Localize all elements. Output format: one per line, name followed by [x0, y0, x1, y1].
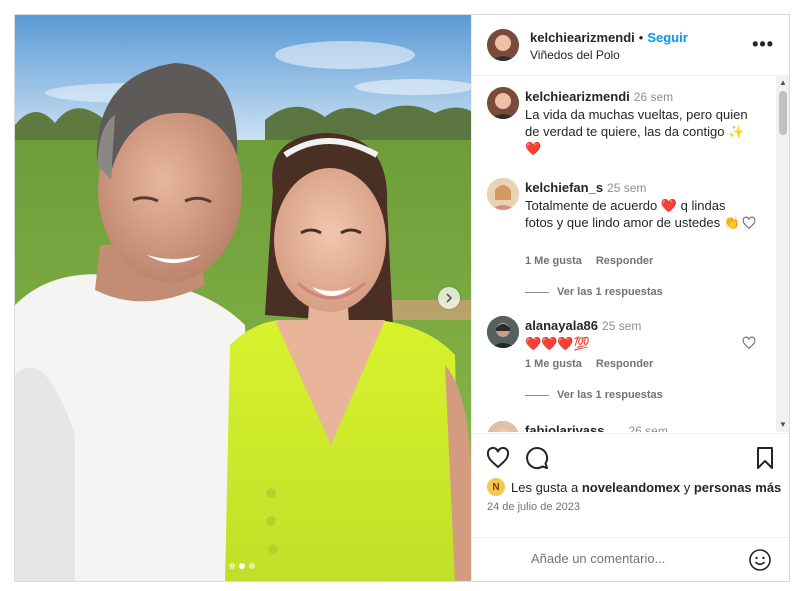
liker-username[interactable]: noveleandomex	[582, 480, 680, 495]
caption-time: 26 sem	[633, 90, 674, 104]
caption-comment: kelchiearizmendi 26 sem La vida da muchas…	[472, 87, 772, 167]
avatar-image	[487, 316, 519, 348]
chevron-right-icon	[446, 293, 453, 303]
post-date[interactable]: 24 de julio de 2023	[487, 501, 580, 513]
comment-text: ❤️❤️❤️💯	[525, 336, 590, 351]
comment-time: 26 sem	[628, 424, 668, 432]
comment-text: Totalmente de acuerdo ❤️ q lindas fotos …	[525, 198, 740, 230]
carousel-dot	[249, 563, 255, 569]
carousel-next-button[interactable]	[438, 287, 460, 309]
caption-avatar[interactable]	[487, 87, 519, 119]
likes-prefix: Les gusta a	[511, 479, 579, 495]
post-modal: kelchiearizmendi • Seguir Viñedos del Polo…	[14, 14, 790, 582]
carousel-dot-active	[239, 563, 245, 569]
author-username[interactable]: kelchiearizmendi	[530, 30, 635, 45]
likes-middle: y	[683, 479, 691, 495]
caption-body: kelchiearizmendi 26 sem La vida da muchas…	[525, 88, 762, 157]
post-location[interactable]: Viñedos del Polo	[530, 48, 620, 62]
reply-button[interactable]: Responder	[596, 255, 653, 267]
heart-icon[interactable]	[742, 336, 756, 350]
view-replies-button[interactable]: Ver las 1 respuestas	[525, 389, 663, 401]
selfie-image	[15, 15, 471, 581]
comment-time: 25 sem	[607, 181, 647, 195]
post-side-panel: kelchiearizmendi • Seguir Viñedos del Polo…	[471, 15, 789, 581]
heart-icon[interactable]	[486, 446, 510, 470]
author-line: kelchiearizmendi • Seguir	[530, 30, 688, 45]
post-header: kelchiearizmendi • Seguir Viñedos del Polo…	[472, 15, 789, 76]
follow-button[interactable]: Seguir	[647, 30, 687, 45]
heart-icon[interactable]	[742, 216, 756, 230]
comment-avatar[interactable]	[487, 421, 519, 432]
add-comment-bar	[472, 537, 789, 581]
scrollbar-thumb[interactable]	[779, 91, 787, 135]
comment-body: kelchiefan_s 25 sem Totalmente de acuerdo…	[525, 179, 742, 231]
comment-username[interactable]: fabiolarivass	[525, 423, 605, 432]
comment-likes[interactable]: 1 Me gusta	[525, 255, 582, 267]
author-avatar[interactable]	[487, 29, 519, 61]
likes-summary[interactable]: N Les gusta a noveleandomex y personas m…	[487, 478, 781, 496]
comment-avatar[interactable]	[487, 316, 519, 348]
comment-body: fabiolarivass 26 sem	[525, 422, 742, 432]
caption-username[interactable]: kelchiearizmendi	[525, 89, 630, 104]
scroll-up-arrow-icon[interactable]: ▲	[779, 78, 787, 87]
comment-avatar[interactable]	[487, 178, 519, 210]
avatar-image	[487, 178, 519, 210]
comment-likes[interactable]: 1 Me gusta	[525, 358, 582, 370]
reply-button[interactable]: Responder	[596, 358, 653, 370]
comments-scrollbar[interactable]: ▲ ▼	[776, 75, 789, 432]
comment-username[interactable]: alanayala86	[525, 318, 598, 333]
comment-body: alanayala86 25 sem ❤️❤️❤️💯	[525, 317, 742, 352]
more-icon[interactable]: •••	[752, 35, 774, 53]
emoji-icon[interactable]	[748, 548, 772, 572]
add-comment-input[interactable]	[529, 550, 733, 567]
caption-text: La vida da muchas vueltas, pero quien de…	[525, 107, 748, 156]
comments-list: kelchiearizmendi 26 sem La vida da muchas…	[472, 75, 789, 432]
comment-time: 25 sem	[602, 319, 642, 333]
comment-item: fabiolarivass 26 sem	[472, 421, 772, 432]
comment-actions: 1 Me gusta Responder	[525, 255, 653, 267]
separator-dot: •	[638, 30, 644, 45]
comment-item: kelchiefan_s 25 sem Totalmente de acuerdo…	[472, 178, 772, 308]
view-replies-label: Ver las 1 respuestas	[557, 286, 663, 298]
comment-actions: 1 Me gusta Responder	[525, 358, 653, 370]
bookmark-icon[interactable]	[753, 446, 777, 470]
carousel-dot	[229, 563, 235, 569]
scroll-down-arrow-icon[interactable]: ▼	[779, 420, 787, 429]
carousel-indicator	[229, 563, 255, 569]
replies-divider	[525, 394, 549, 396]
avatar-image	[487, 29, 519, 61]
replies-divider	[525, 291, 549, 293]
avatar-image	[487, 87, 519, 119]
view-replies-label: Ver las 1 respuestas	[557, 389, 663, 401]
post-photo[interactable]	[15, 15, 471, 581]
post-actions: N Les gusta a noveleandomex y personas m…	[472, 433, 789, 544]
avatar-image	[487, 421, 519, 432]
liker-avatar[interactable]: N	[487, 478, 505, 496]
comment-item: alanayala86 25 sem ❤️❤️❤️💯 1 Me gusta Resp…	[472, 316, 772, 426]
likes-others[interactable]: personas más	[694, 480, 781, 495]
comment-icon[interactable]	[525, 446, 549, 470]
comment-username[interactable]: kelchiefan_s	[525, 180, 603, 195]
view-replies-button[interactable]: Ver las 1 respuestas	[525, 286, 663, 298]
